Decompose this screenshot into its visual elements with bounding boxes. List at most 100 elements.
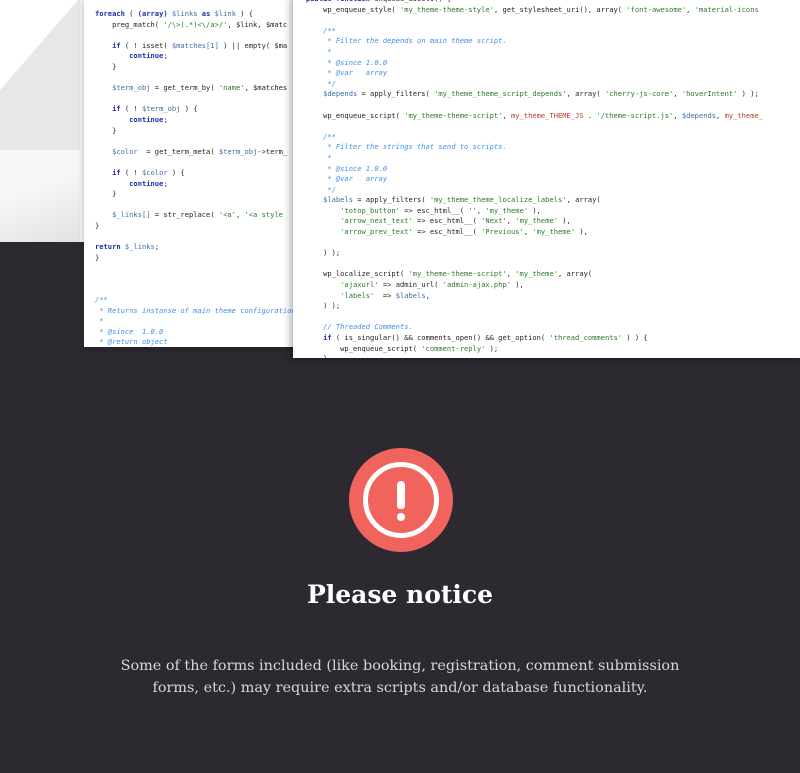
code-token: ), [528,205,541,215]
code-line: * Filter the depends on main theme scrip… [306,36,800,47]
code-line: wp_enqueue_script( 'my_theme-theme-scrip… [306,111,800,122]
code-token: ( ! isset( [120,40,172,50]
code-line: ) ); [306,248,800,259]
code-line: /** [306,26,800,37]
code-line: } [95,221,296,232]
code-token: '<a' [218,210,236,220]
code-line: } [306,354,800,358]
code-token: $term_obj [218,146,258,156]
code-line: // Threaded Comments. [306,322,800,333]
code-token: ->term_ [257,146,288,156]
code-token: } [95,61,117,71]
code-token: => esc_html__( [412,227,482,237]
code-line: $term_obj = get_term_by( 'name', $matche… [95,83,296,94]
code-token: if [306,333,332,342]
code-token: $depends [306,89,358,99]
code-line: * [95,316,296,327]
code-token: $labels [395,290,426,300]
code-token: => esc_html__( [399,205,469,215]
code-token: wp_localize_script( [306,269,409,279]
code-token: ( ! [120,104,142,114]
code-token: } [95,125,117,135]
code-token: ) || empty( $ma [218,40,288,50]
code-token: 'my_theme-theme-script' [404,110,503,120]
code-token: * [306,152,332,162]
code-token: ) ); [737,89,759,99]
code-line: */ [306,79,800,90]
code-line: * Filter the strings that send to script… [306,142,800,153]
code-line: wp_enqueue_script( 'comment-reply' ); [306,344,800,355]
code-token: ) ); [306,248,341,258]
code-token: 'my_theme_theme_script_depends' [434,89,567,99]
alert-ring [363,462,439,538]
code-token: * Filter the depends on main theme scrip… [306,36,507,46]
code-line: * @since 1.0.0 [306,58,800,69]
code-token: if [95,40,121,50]
code-token: , [673,89,682,99]
code-token: 'Next' [481,216,507,226]
code-token: , [506,269,516,279]
code-line: } [95,189,296,200]
code-line: $color = get_term_meta( $term_obj->term_ [95,147,296,158]
code-token: $term_obj [141,104,181,114]
code-line: * [306,153,800,164]
code-token: , get_stylesheet_uri(), array( [493,4,627,14]
code-token: , [425,290,430,300]
code-token: 'arrow_next_text' [306,216,413,226]
code-token: } [306,354,327,358]
code-token: 'thread_comments' [549,333,623,342]
code-token: continue [95,178,164,188]
code-token: */ [306,184,336,194]
code-token: = str_replace( [150,210,219,220]
code-line: if ( is_singular() && comments_open() &&… [306,333,800,344]
code-token: ), [511,280,524,290]
code-line: * @var array [306,174,800,185]
code-token: enqueue_assets() { [370,0,451,3]
code-token: ; [154,242,160,252]
code-token: , $link, $matc [227,19,288,29]
code-token: public function [306,0,370,3]
decorative-triangle [0,0,78,90]
code-token: /** [306,25,336,35]
code-line: continue; [95,51,296,62]
code-token: $term_obj [95,83,151,93]
code-token: $_links[] [95,210,151,220]
code-token: '/\>(.*)<\/a>/' [163,19,228,29]
code-token: preg_match( [95,19,164,29]
code-token: 'labels' [306,290,375,300]
code-token: 'hoverIntent' [681,89,738,99]
code-token: continue [95,114,164,124]
code-token: $matches[1] [171,40,219,50]
code-line: wp_localize_script( 'my_theme-theme-scri… [306,269,800,280]
code-token: * @var array [306,174,388,184]
code-token: my_theme_THEME_JS [511,110,584,120]
code-token: = apply_filters( [357,89,435,99]
code-line: continue; [95,115,296,126]
code-line: return $_links; [95,242,296,253]
exclamation-mark [397,477,405,523]
code-line: 'totop_button' => esc_html__( '', 'my_th… [306,206,800,217]
code-line: * [306,47,800,58]
code-token: wp_enqueue_script( [306,343,422,353]
code-token: * [95,316,104,326]
code-token: ) ) { [622,333,648,342]
code-token: ), [558,216,571,226]
code-token: 'ajaxurl' [306,280,379,290]
code-token: */ [306,78,336,88]
code-token: 'my_theme' [515,269,558,279]
code-line: /** [95,295,296,306]
code-token: } [95,189,117,199]
code-token: $labels [306,195,353,205]
code-line: */ [306,185,800,196]
code-token: * Returns instanse of main theme configu… [95,305,296,315]
code-token: 'comment-reply' [421,343,486,353]
code-token: 'my_theme-theme-style' [399,4,494,14]
code-line: } [95,126,296,137]
code-line: 'ajaxurl' => admin_url( 'admin-ajax.php'… [306,280,800,291]
